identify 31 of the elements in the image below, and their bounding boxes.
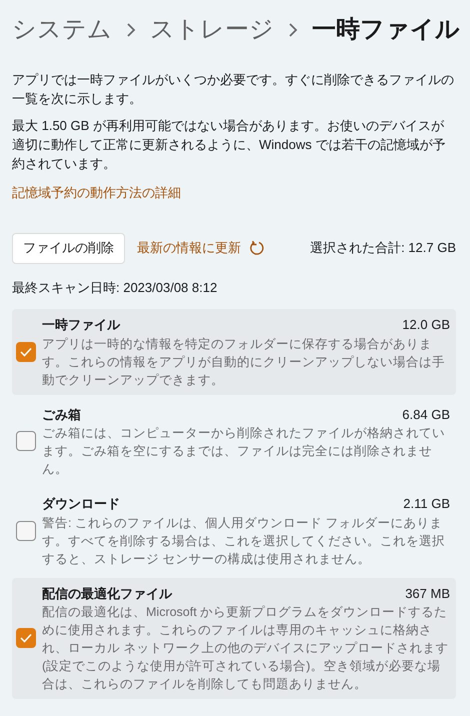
category-description: ごみ箱には、コンピューターから削除されたファイルが格納されています。ごみ箱を空にするまでは、ファイルは完全には削除されません。 [42,425,446,478]
checkbox[interactable] [16,342,36,362]
checkmark-icon [20,346,32,357]
chevron-icon [126,23,136,37]
checkmark-icon [20,633,32,644]
category-description: アプリは一時的な情報を特定のフォルダーに保存する場合があります。これらの情報をアプリが自動的にクリーンアップしない場合は手動でクリーンアップできます。 [42,336,446,388]
breadcrumb-link[interactable]: ストレージ [150,12,274,48]
checkbox[interactable] [16,431,36,452]
page-title: 一時ファイル [312,15,460,45]
category-description: 警告: これらのファイルは、個人用ダウンロード フォルダーにあります。すべてを削除する場合は、これを選択してください。これを選択すると、ストレージ センサーの構成は使用されません。 [42,514,446,568]
refresh-icon [249,240,265,256]
category-size: 2.11 GB [403,495,450,513]
last-scan-text: 最終スキャン日時: 2023/03/08 8:12 [12,278,218,296]
category-size: 6.84 GB [402,406,450,424]
category-name: 一時ファイル [42,316,120,334]
breadcrumb-link[interactable]: システム [12,12,112,48]
description-text: アプリでは一時ファイルがいくつか必要です。すぐに削除できるファイルの一覧を次に示します。 [12,71,455,108]
category-size: 367 MB [405,584,450,602]
selected-total: 選択された合計: 12.7 GB [310,239,456,258]
category-description: 配信の最適化は、Microsoft から更新プログラムをダウンロードするために使用されます。これらのファイルは専用のキャッシュに格納され、ローカル ネットワーク上の他のデバイスにアップロードされます (設定でこのような使用が許可されている場合)。空き領域が必要な場合は、これらのファイルを削除しても問題ありません。 [42,604,450,693]
checkbox[interactable] [16,628,36,648]
category-name: ごみ箱 [42,406,81,424]
category-name: 配信の最適化ファイル [42,584,172,602]
refresh-link[interactable]: 最新の情報に更新 [137,238,265,258]
category-name: ダウンロード [42,495,120,513]
description-text: 最大 1.50 GB が再利用可能ではない場合があります。お使いのデバイスが適切に動作して正常に更新されるように、Windows では若干の記憶域が予約されています。 [12,117,446,173]
chevron-icon [288,23,298,37]
category-size: 12.0 GB [402,316,450,334]
delete-files-button[interactable]: ファイルの削除 [12,232,125,264]
checkbox[interactable] [16,520,36,541]
learn-more-link[interactable]: 記憶域予約の動作方法の詳細 [12,183,456,202]
